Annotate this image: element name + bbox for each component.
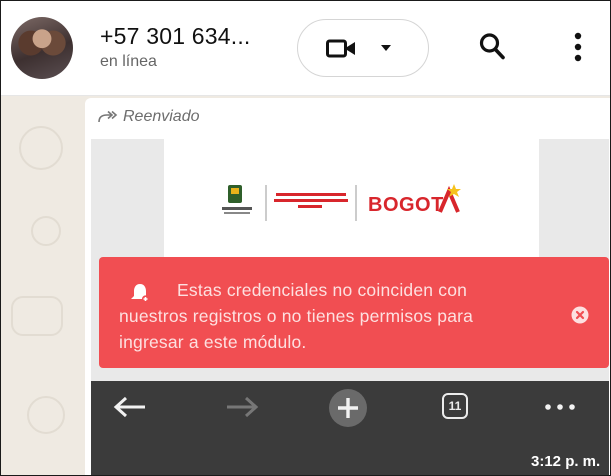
close-alert-icon[interactable] [571, 306, 589, 324]
new-tab-button[interactable] [329, 389, 367, 427]
contact-name[interactable]: +57 301 634... [100, 23, 251, 50]
forward-icon [98, 110, 118, 123]
alert-message: Estas credenciales no coinciden con nues… [119, 280, 474, 352]
message-timestamp: 3:12 p. m. [531, 453, 601, 470]
message-bubble[interactable]: Reenviado BOGOT Estas credenciales no co… [85, 98, 610, 475]
chevron-down-icon [381, 45, 391, 51]
plus-icon [338, 398, 358, 418]
forwarded-label: Reenviado [123, 108, 200, 125]
svg-text:BOGOT: BOGOT [368, 194, 444, 216]
bogota-logo: BOGOT [222, 184, 461, 221]
more-vert-icon[interactable] [574, 32, 582, 62]
video-call-icon [326, 39, 355, 58]
shared-screenshot-image[interactable]: BOGOT Estas credenciales no coinciden co… [91, 139, 609, 475]
chat-header: +57 301 634... en línea [1, 1, 610, 96]
tab-count-button[interactable]: 11 [442, 393, 468, 419]
forward-arrow-icon[interactable] [225, 396, 259, 418]
video-call-button[interactable] [297, 19, 429, 77]
back-arrow-icon[interactable] [113, 396, 147, 418]
forwarded-indicator: Reenviado [97, 106, 200, 128]
error-alert: Estas credenciales no coinciden con nues… [99, 257, 609, 368]
login-page-header: BOGOT [164, 139, 539, 264]
search-icon[interactable] [479, 32, 505, 60]
browser-toolbar: 11 3:12 p. m. [91, 381, 609, 475]
contact-avatar[interactable] [11, 17, 73, 79]
more-horiz-icon[interactable] [543, 404, 577, 410]
contact-status: en línea [100, 53, 157, 70]
chat-window: +57 301 634... en línea Reenviado BOGOT … [0, 0, 611, 476]
